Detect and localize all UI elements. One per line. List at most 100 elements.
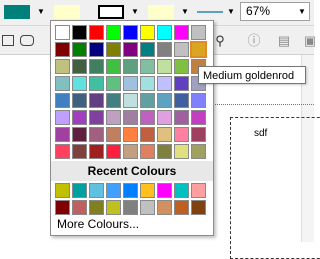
color-swatch[interactable] (72, 200, 87, 215)
color-swatch[interactable] (89, 200, 104, 215)
color-swatch[interactable] (106, 110, 121, 125)
color-swatch[interactable] (191, 25, 206, 40)
color-swatch[interactable] (106, 93, 121, 108)
color-swatch[interactable] (174, 200, 189, 215)
color-swatch[interactable] (157, 144, 172, 159)
color-swatch[interactable] (89, 42, 104, 57)
color-swatch[interactable] (106, 200, 121, 215)
color-swatch[interactable] (123, 110, 138, 125)
color-swatch[interactable] (106, 127, 121, 142)
chevron-down-icon[interactable]: ▼ (226, 3, 236, 21)
color-swatch[interactable] (89, 25, 104, 40)
color-swatch[interactable] (89, 110, 104, 125)
canvas-text[interactable]: sdf (254, 128, 267, 139)
chevron-down-icon[interactable]: ▼ (36, 3, 46, 21)
color-swatch[interactable] (55, 200, 70, 215)
color-swatch[interactable] (72, 76, 87, 91)
color-swatch[interactable] (55, 93, 70, 108)
color-swatch[interactable] (157, 127, 172, 142)
color-swatch[interactable] (157, 59, 172, 74)
color-swatch[interactable] (157, 200, 172, 215)
color-swatch[interactable] (55, 42, 70, 57)
color-swatch[interactable] (106, 144, 121, 159)
color-swatch[interactable] (123, 127, 138, 142)
color-swatch[interactable] (140, 183, 155, 198)
color-swatch[interactable] (174, 127, 189, 142)
color-swatch[interactable] (55, 183, 70, 198)
color-swatch[interactable] (123, 93, 138, 108)
color-swatch[interactable] (55, 25, 70, 40)
color-swatch[interactable] (55, 76, 70, 91)
color-swatch[interactable] (55, 127, 70, 142)
export-icon[interactable]: ▣ (302, 33, 318, 49)
color-swatch[interactable] (106, 59, 121, 74)
color-swatch[interactable] (123, 200, 138, 215)
color-swatch[interactable] (140, 127, 155, 142)
color-swatch[interactable] (123, 42, 138, 57)
color-swatch[interactable] (55, 110, 70, 125)
color-swatch[interactable] (123, 183, 138, 198)
color-swatch[interactable] (123, 25, 138, 40)
bg-color-button[interactable]: ▼ (146, 3, 190, 21)
color-swatch[interactable] (157, 76, 172, 91)
color-swatch[interactable] (55, 144, 70, 159)
chevron-down-icon[interactable]: ▼ (180, 3, 190, 21)
color-swatch[interactable] (123, 144, 138, 159)
color-swatch[interactable] (157, 110, 172, 125)
highlight-color-button[interactable] (52, 3, 92, 21)
color-swatch[interactable] (89, 59, 104, 74)
color-swatch[interactable] (174, 25, 189, 40)
more-colours-link[interactable]: More Colours... (57, 217, 139, 231)
color-swatch[interactable] (123, 59, 138, 74)
color-swatch[interactable] (106, 76, 121, 91)
color-swatch[interactable] (174, 42, 189, 57)
color-swatch[interactable] (55, 59, 70, 74)
color-swatch[interactable] (157, 42, 172, 57)
color-swatch[interactable] (174, 144, 189, 159)
color-swatch[interactable] (89, 144, 104, 159)
color-swatch[interactable] (72, 42, 87, 57)
color-swatch[interactable] (72, 127, 87, 142)
border-color-button[interactable]: ▼ (96, 3, 140, 21)
color-swatch[interactable] (174, 110, 189, 125)
color-swatch[interactable] (157, 183, 172, 198)
color-swatch[interactable] (140, 59, 155, 74)
color-swatch[interactable] (89, 127, 104, 142)
color-swatch[interactable] (174, 59, 189, 74)
color-swatch[interactable] (72, 144, 87, 159)
color-swatch[interactable] (140, 144, 155, 159)
color-swatch[interactable] (89, 93, 104, 108)
color-swatch[interactable] (72, 25, 87, 40)
color-swatch[interactable] (72, 93, 87, 108)
color-swatch[interactable] (140, 93, 155, 108)
color-swatch[interactable] (191, 110, 206, 125)
color-swatch[interactable] (174, 76, 189, 91)
line-color-button[interactable]: ▼ (194, 3, 236, 21)
color-swatch[interactable] (140, 25, 155, 40)
zoom-select[interactable]: 67% ▼ (240, 2, 310, 21)
color-swatch[interactable] (191, 127, 206, 142)
rectangle-icon[interactable] (2, 35, 14, 46)
search-icon[interactable]: ⚲ (212, 33, 228, 49)
color-swatch[interactable] (106, 25, 121, 40)
fill-color-button[interactable]: ▼ (2, 3, 46, 21)
color-swatch[interactable] (106, 42, 121, 57)
color-swatch[interactable] (140, 76, 155, 91)
color-swatch[interactable] (123, 76, 138, 91)
rounded-rectangle-icon[interactable] (20, 35, 34, 46)
color-swatch[interactable] (191, 183, 206, 198)
color-swatch[interactable] (89, 76, 104, 91)
color-swatch[interactable] (106, 183, 121, 198)
color-swatch[interactable] (72, 59, 87, 74)
color-swatch[interactable] (191, 200, 206, 215)
chevron-down-icon[interactable]: ▼ (130, 3, 140, 21)
color-swatch[interactable] (72, 110, 87, 125)
color-swatch[interactable] (157, 93, 172, 108)
selected-color-swatch[interactable] (190, 41, 207, 58)
info-icon[interactable]: ⓘ (246, 33, 262, 49)
color-swatch[interactable] (174, 93, 189, 108)
color-swatch[interactable] (174, 183, 189, 198)
chevron-down-icon[interactable]: ▼ (295, 3, 309, 20)
color-swatch[interactable] (191, 144, 206, 159)
color-swatch[interactable] (89, 183, 104, 198)
